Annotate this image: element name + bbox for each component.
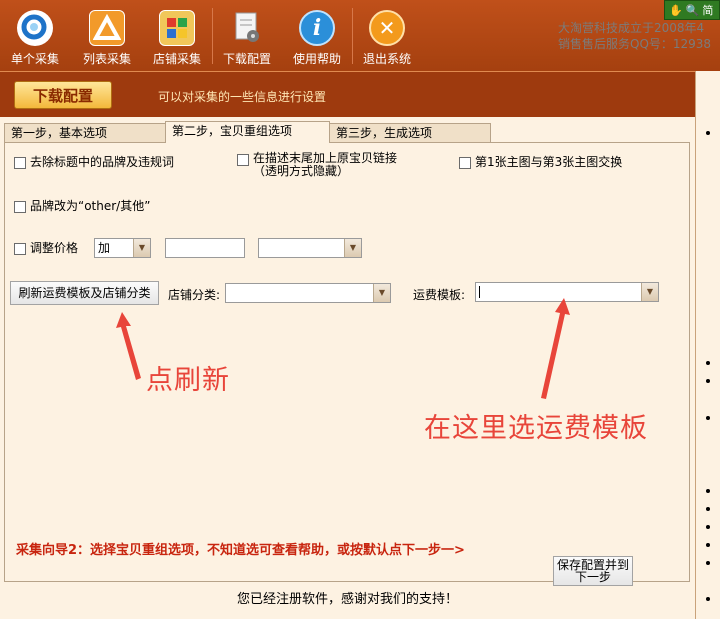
wizard-guide-text: 采集向导2：选择宝贝重组选项，不知道选可查看帮助，或按默认点下一步一> [16,543,465,558]
arrow-to-freight-template [541,298,570,399]
annotation-arrows [116,298,570,399]
select-template-annotation: 在这里选运费模板 [424,413,648,444]
tab-step2[interactable]: 第二步，宝贝重组选项 [165,121,330,143]
status-footer: 您已经注册软件，感谢对我们的支持！ [236,592,458,607]
arrow-to-refresh [116,312,141,380]
click-refresh-annotation: 点刷新 [146,365,230,396]
